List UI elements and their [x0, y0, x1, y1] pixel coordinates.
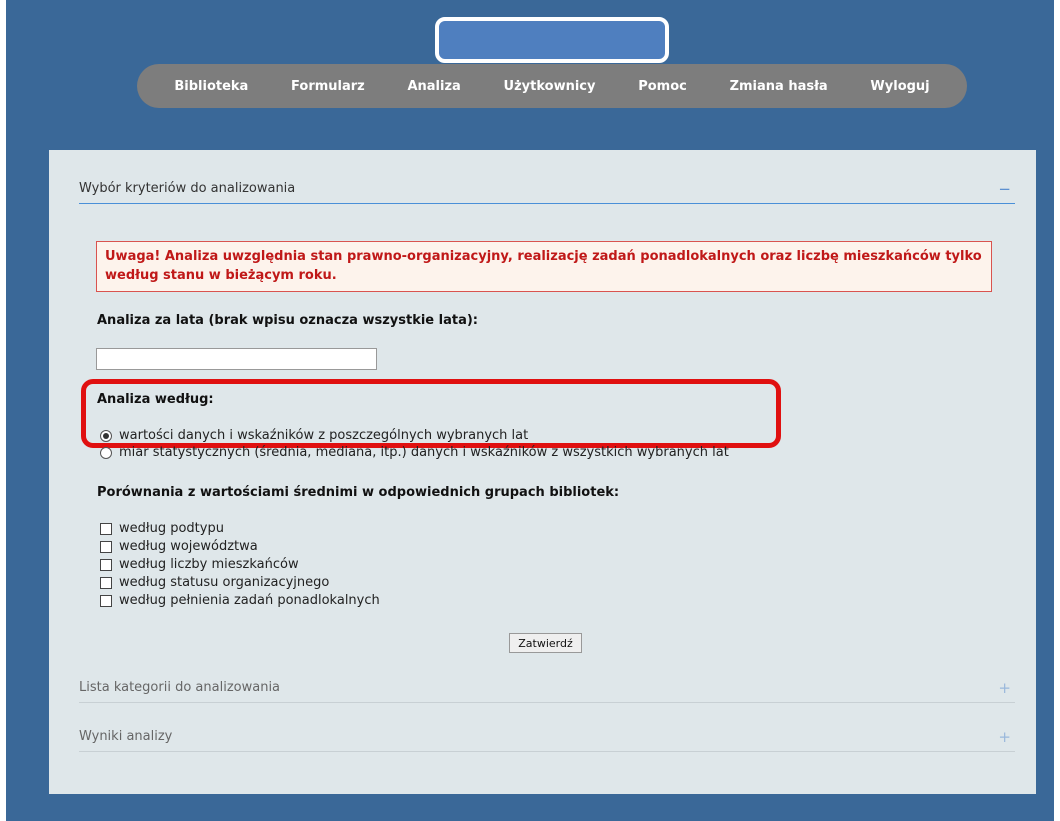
compare-option-label: według liczby mieszkańców [119, 557, 299, 572]
checkbox-icon[interactable] [100, 558, 112, 571]
compare-option-population[interactable]: według liczby mieszkańców [100, 557, 299, 572]
section-categories-title: Lista kategorii do analizowania [79, 680, 281, 695]
compare-option-tasks[interactable]: według pełnienia zadań ponadlokalnych [100, 593, 380, 608]
checkbox-icon[interactable] [100, 594, 112, 607]
compare-option-voivodeship[interactable]: według województwa [100, 539, 258, 554]
section-categories-header[interactable]: Lista kategorii do analizowania + [79, 673, 1015, 703]
main-navigation: Biblioteka Formularz Analiza Użytkownicy… [137, 64, 967, 108]
compare-option-label: według województwa [119, 539, 258, 554]
nav-item-uzytkownicy[interactable]: Użytkownicy [504, 79, 596, 94]
method-label: Analiza według: [97, 392, 214, 407]
compare-option-label: według statusu organizacyjnego [119, 575, 330, 590]
method-option-values-label: wartości danych i wskaźników z poszczegó… [119, 428, 529, 443]
nav-item-wyloguj[interactable]: Wyloguj [870, 79, 929, 94]
compare-option-label: według pełnienia zadań ponadlokalnych [119, 593, 380, 608]
section-results-title: Wyniki analizy [79, 729, 173, 744]
method-option-values[interactable]: wartości danych i wskaźników z poszczegó… [100, 428, 528, 443]
nav-item-biblioteka[interactable]: Biblioteka [174, 79, 248, 94]
years-input[interactable] [96, 348, 377, 370]
nav-item-pomoc[interactable]: Pomoc [638, 79, 687, 94]
nav-item-analiza[interactable]: Analiza [407, 79, 460, 94]
compare-label: Porównania z wartościami średnimi w odpo… [97, 485, 620, 500]
collapse-icon[interactable]: − [998, 180, 1015, 198]
submit-button[interactable]: Zatwierdź [509, 633, 582, 653]
method-option-stats-label: miar statystycznych (średnia, mediana, i… [119, 445, 729, 460]
compare-option-label: według podtypu [119, 521, 224, 536]
compare-option-subtype[interactable]: według podtypu [100, 521, 224, 536]
nav-item-formularz[interactable]: Formularz [291, 79, 365, 94]
logo [435, 17, 669, 63]
checkbox-icon[interactable] [100, 522, 112, 535]
section-results-header[interactable]: Wyniki analizy + [79, 722, 1015, 752]
radio-selected-icon[interactable] [100, 429, 112, 442]
section-criteria-header[interactable]: Wybór kryteriów do analizowania − [79, 174, 1015, 204]
checkbox-icon[interactable] [100, 540, 112, 553]
expand-icon[interactable]: + [998, 728, 1015, 746]
checkbox-icon[interactable] [100, 576, 112, 589]
warning-message: Uwaga! Analiza uwzględnia stan prawno-or… [96, 241, 992, 292]
expand-icon[interactable]: + [998, 679, 1015, 697]
compare-option-status[interactable]: według statusu organizacyjnego [100, 575, 329, 590]
method-option-stats[interactable]: miar statystycznych (średnia, mediana, i… [100, 445, 729, 460]
radio-icon[interactable] [100, 446, 112, 459]
section-criteria-title: Wybór kryteriów do analizowania [79, 181, 296, 196]
nav-item-zmiana-hasla[interactable]: Zmiana hasła [730, 79, 828, 94]
years-label: Analiza za lata (brak wpisu oznacza wszy… [97, 313, 478, 328]
